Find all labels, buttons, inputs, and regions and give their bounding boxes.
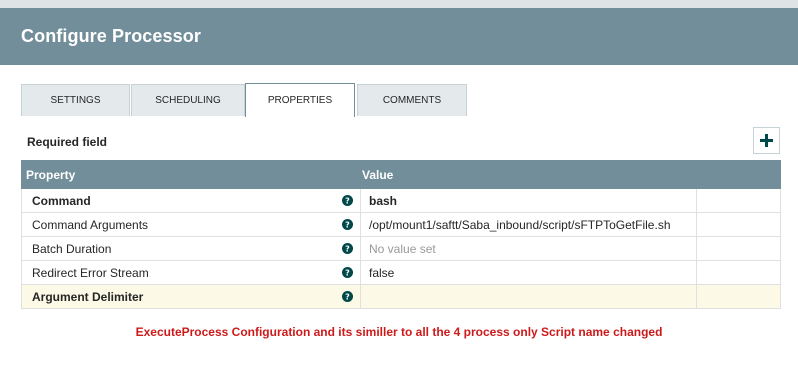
svg-text:?: ?	[345, 269, 350, 278]
column-divider	[360, 261, 361, 284]
tab-scheduling[interactable]: SCHEDULING	[131, 84, 245, 116]
help-icon[interactable]: ?	[342, 291, 353, 302]
dialog-header: Configure Processor	[0, 8, 798, 65]
help-icon[interactable]: ?	[342, 243, 353, 254]
properties-table: Property Value Command ? bash Command Ar…	[21, 160, 781, 309]
column-divider	[696, 261, 697, 284]
help-icon[interactable]: ?	[342, 219, 353, 230]
property-value[interactable]: bash	[369, 194, 397, 208]
property-value[interactable]: false	[369, 266, 394, 280]
help-icon[interactable]: ?	[342, 195, 353, 206]
table-header: Property Value	[21, 160, 781, 189]
property-name: Command	[32, 194, 91, 208]
tab-settings[interactable]: SETTINGS	[21, 84, 130, 116]
property-name: Redirect Error Stream	[32, 266, 149, 280]
column-divider	[696, 285, 697, 308]
table-row[interactable]: Redirect Error Stream ? false	[21, 261, 781, 285]
column-divider	[696, 237, 697, 260]
help-icon[interactable]: ?	[342, 267, 353, 278]
property-value[interactable]: No value set	[369, 242, 436, 256]
property-name: Batch Duration	[32, 242, 112, 256]
property-name: Argument Delimiter	[32, 290, 144, 304]
column-divider	[360, 237, 361, 260]
column-divider	[360, 285, 361, 308]
column-header-value: Value	[362, 168, 394, 182]
svg-text:?: ?	[345, 245, 350, 254]
column-divider	[360, 213, 361, 236]
svg-text:?: ?	[345, 221, 350, 230]
property-value[interactable]: /opt/mount1/saftt/Saba_inbound/script/sF…	[369, 218, 671, 232]
tab-properties[interactable]: PROPERTIES	[245, 83, 355, 117]
annotation-note: ExecuteProcess Configuration and its sim…	[135, 325, 663, 339]
tab-comments[interactable]: COMMENTS	[357, 84, 467, 116]
column-divider	[696, 213, 697, 236]
window-top-strip	[0, 0, 798, 8]
table-row[interactable]: Argument Delimiter ?	[21, 285, 781, 309]
table-row[interactable]: Command Arguments ? /opt/mount1/saftt/Sa…	[21, 213, 781, 237]
plus-icon	[760, 134, 773, 147]
table-row[interactable]: Batch Duration ? No value set	[21, 237, 781, 261]
svg-text:?: ?	[345, 293, 350, 302]
column-divider	[360, 189, 361, 212]
dialog-title: Configure Processor	[21, 26, 201, 46]
column-header-property: Property	[26, 168, 76, 182]
table-row[interactable]: Command ? bash	[21, 189, 781, 213]
svg-text:?: ?	[345, 197, 350, 206]
required-field-label: Required field	[27, 135, 108, 149]
add-property-button[interactable]	[753, 127, 780, 154]
tab-bar: SETTINGS SCHEDULING PROPERTIES COMMENTS	[21, 83, 781, 117]
property-name: Command Arguments	[32, 218, 149, 232]
column-divider	[696, 189, 697, 212]
